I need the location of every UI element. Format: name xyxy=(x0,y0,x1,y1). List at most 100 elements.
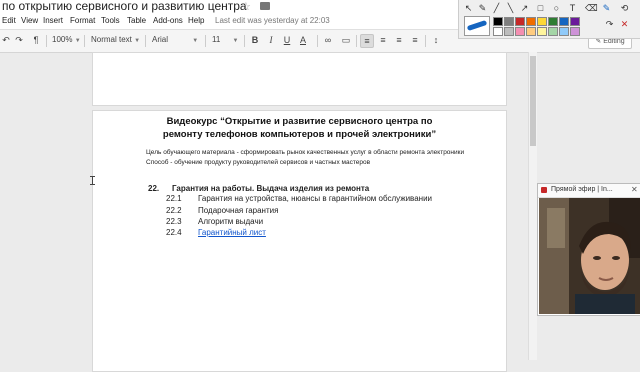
font-size-value: 11 xyxy=(212,35,221,44)
font-select[interactable]: Arial ▼ xyxy=(152,35,198,44)
highlighter-icon[interactable]: ╱ xyxy=(491,3,502,14)
paint-format-icon[interactable]: ¶ xyxy=(30,34,42,46)
document-heading-line-1: Видеокурс “Открытие и развитие сервисног… xyxy=(166,116,433,127)
goal-text: Цель обучающего материала - сформировать… xyxy=(146,149,465,156)
font-size-select[interactable]: 11 ▼ xyxy=(212,35,239,44)
undo-icon[interactable]: ↶ xyxy=(0,34,12,46)
document-page[interactable]: Видеокурс “Открытие и развитие сервисног… xyxy=(92,110,507,372)
color-swatch[interactable] xyxy=(537,17,547,26)
menu-table[interactable]: Table xyxy=(127,16,146,25)
chevron-down-icon: ▼ xyxy=(232,38,239,44)
list-item-number: 22.4 xyxy=(166,228,182,237)
list-item-number: 22.3 xyxy=(166,217,182,226)
webcam-window[interactable]: Прямой эфир | In... ✕ xyxy=(537,183,640,316)
method-text: Способ - обучение продукту руководителей… xyxy=(146,159,371,166)
zoom-value: 100% xyxy=(52,35,73,44)
clear-icon[interactable]: ⟲ xyxy=(619,3,630,14)
underline-button[interactable]: U xyxy=(281,34,293,46)
menu-format[interactable]: Format xyxy=(70,16,95,25)
color-swatch[interactable] xyxy=(515,17,525,26)
document-heading-line-2: ремонту телефонов компьютеров и прочей э… xyxy=(162,129,437,140)
color-swatch[interactable] xyxy=(537,27,547,36)
justify-icon[interactable]: ≡ xyxy=(409,34,421,46)
webcam-title: Прямой эфир | In... xyxy=(551,186,613,193)
folder-icon[interactable] xyxy=(260,2,270,10)
toolbar-separator xyxy=(46,35,47,47)
color-swatch[interactable] xyxy=(526,27,536,36)
document-title[interactable]: по открытию сервисного и развитию центра xyxy=(2,0,247,13)
star-icon[interactable]: ☆ xyxy=(241,0,251,13)
list-item-number: 22.1 xyxy=(166,194,182,203)
chevron-down-icon: ▼ xyxy=(74,38,81,44)
pen-preview[interactable] xyxy=(464,16,490,36)
person-image xyxy=(539,198,640,314)
line-icon[interactable]: ╲ xyxy=(505,3,516,14)
color-swatch[interactable] xyxy=(504,27,514,36)
chevron-down-icon: ▼ xyxy=(134,38,141,44)
align-right-icon[interactable]: ≡ xyxy=(393,34,405,46)
webcam-title-bar[interactable]: Прямой эфир | In... ✕ xyxy=(538,184,640,198)
ellipse-icon[interactable]: ○ xyxy=(551,3,562,14)
color-swatch[interactable] xyxy=(559,27,569,36)
line-spacing-icon[interactable]: ↕ xyxy=(430,34,442,46)
menu-view[interactable]: View xyxy=(21,16,38,25)
toolbar-separator xyxy=(84,35,85,47)
document-page-previous xyxy=(92,52,507,106)
pen-settings-icon[interactable]: ✎ xyxy=(601,3,612,14)
guarantee-sheet-link[interactable]: Гарантийный лист xyxy=(198,228,266,237)
section-title: Гарантия на работы. Выдача изделия из ре… xyxy=(172,184,370,193)
text-color-button[interactable]: A xyxy=(297,34,309,46)
pointer-icon[interactable]: ↖ xyxy=(463,3,474,14)
list-item-text: Алгоритм выдачи xyxy=(198,217,264,226)
color-swatch[interactable] xyxy=(526,17,536,26)
eraser-icon[interactable]: ⌫ xyxy=(585,3,598,14)
menu-tools[interactable]: Tools xyxy=(101,16,120,25)
text-icon[interactable]: T xyxy=(567,3,578,14)
toolbar-separator xyxy=(205,35,206,47)
close-icon[interactable]: ✕ xyxy=(619,19,630,30)
close-icon[interactable]: ✕ xyxy=(631,185,638,194)
bold-button[interactable]: B xyxy=(249,34,261,46)
color-swatch[interactable] xyxy=(548,27,558,36)
list-item-text: Гарантия на устройства, нюансы в гаранти… xyxy=(198,194,432,203)
list-item-number: 22.2 xyxy=(166,206,182,215)
color-swatch[interactable] xyxy=(493,17,503,26)
menu-edit[interactable]: Edit xyxy=(2,16,16,25)
redo-icon[interactable]: ↷ xyxy=(13,34,25,46)
color-swatch[interactable] xyxy=(515,27,525,36)
text-cursor-icon xyxy=(90,176,95,185)
pen-icon[interactable]: ✎ xyxy=(477,3,488,14)
annotation-palette: ↖ ✎ ╱ ╲ ↗ □ ○ T ⌫ ✎ ⟲ ↷ ✕ xyxy=(458,0,640,39)
style-value: Normal text xyxy=(91,35,132,44)
toolbar-separator xyxy=(356,35,357,47)
menu-help[interactable]: Help xyxy=(188,16,204,25)
zoom-select[interactable]: 100% ▼ xyxy=(52,35,81,44)
vertical-scrollbar[interactable] xyxy=(528,52,537,360)
color-swatch[interactable] xyxy=(570,27,580,36)
section-number: 22. xyxy=(148,184,160,193)
color-swatch[interactable] xyxy=(493,27,503,36)
menu-addons[interactable]: Add-ons xyxy=(153,16,183,25)
style-select[interactable]: Normal text ▼ xyxy=(91,35,140,44)
toolbar-separator xyxy=(425,35,426,47)
webcam-video xyxy=(539,198,640,314)
list-item-text: Подарочная гарантия xyxy=(198,206,279,215)
arrow-icon[interactable]: ↗ xyxy=(519,3,530,14)
color-swatch[interactable] xyxy=(559,17,569,26)
comment-icon[interactable]: ▭ xyxy=(340,34,352,46)
redo-icon[interactable]: ↷ xyxy=(604,19,615,30)
live-stream-icon xyxy=(541,187,547,193)
align-left-icon[interactable]: ≡ xyxy=(360,34,374,48)
align-center-icon[interactable]: ≡ xyxy=(377,34,389,46)
color-swatch[interactable] xyxy=(504,17,514,26)
scrollbar-thumb[interactable] xyxy=(530,56,536,146)
editing-mode-label: Editing xyxy=(603,38,625,45)
color-swatch[interactable] xyxy=(570,17,580,26)
menu-insert[interactable]: Insert xyxy=(43,16,63,25)
italic-button[interactable]: I xyxy=(265,34,277,46)
link-icon[interactable]: ∞ xyxy=(322,34,334,46)
color-swatch[interactable] xyxy=(548,17,558,26)
last-edit-link[interactable]: Last edit was yesterday at 22:03 xyxy=(215,16,330,25)
toolbar-separator xyxy=(244,35,245,47)
rectangle-icon[interactable]: □ xyxy=(535,3,546,14)
